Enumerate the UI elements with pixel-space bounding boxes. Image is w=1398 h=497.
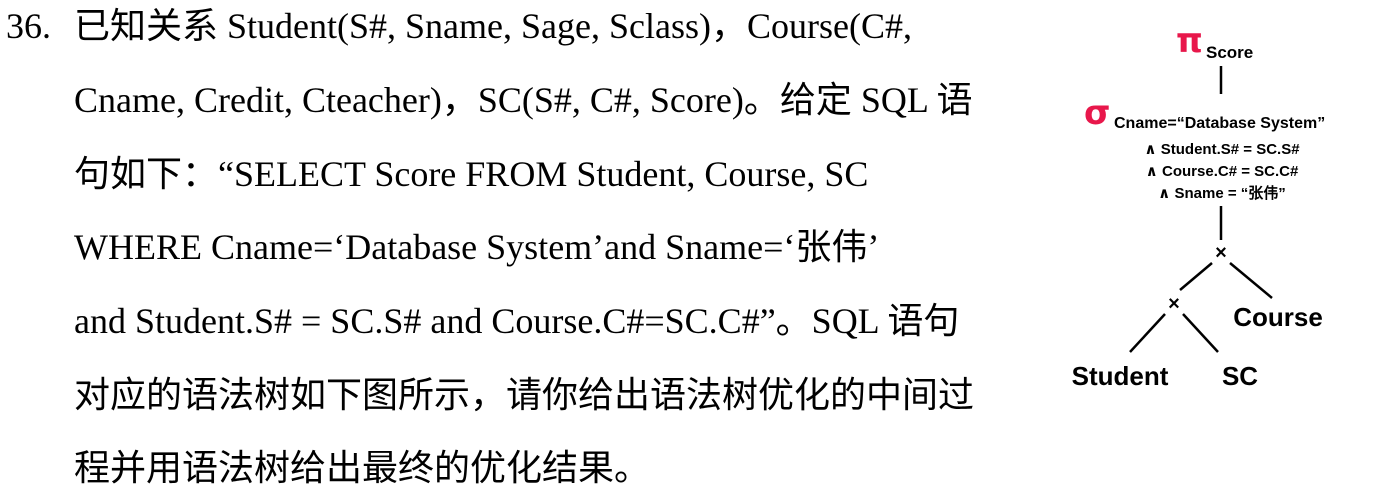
question-line-7: 程并用语法树给出最终的优化结果。 xyxy=(74,448,651,488)
leaf-student: Student xyxy=(1072,361,1169,391)
selection-condition-4: ∧ Sname = “张伟” xyxy=(1158,184,1286,202)
question-block: 36. 已知关系 Student(S#, Sname, Sage, Sclass… xyxy=(0,0,1040,497)
question-line-5: and Student.S# = SC.S# and Course.C#=SC.… xyxy=(74,301,960,341)
question-line-3: 句如下：“SELECT Score FROM Student, Course, … xyxy=(74,154,869,194)
selection-condition-3: ∧ Course.C# = SC.C# xyxy=(1146,163,1299,180)
edge-bottom-join-student xyxy=(1129,313,1166,353)
selection-condition-2: ∧ Student.S# = SC.S# xyxy=(1144,141,1300,158)
question-line-1: 已知关系 Student(S#, Sname, Sage, Sclass)，Co… xyxy=(74,6,912,46)
question-line-6: 对应的语法树如下图所示，请你给出语法树优化的中间过 xyxy=(74,375,975,415)
edge-bottom-join-sc xyxy=(1182,313,1219,353)
question-number: 36. xyxy=(6,6,51,46)
selection-symbol: σ xyxy=(1084,93,1110,133)
syntax-tree-figure: π Score σ Cname=“Database System” ∧ Stud… xyxy=(1050,18,1390,398)
question-line-2: Cname, Credit, Cteacher)，SC(S#, C#, Scor… xyxy=(74,80,973,120)
join-symbol-bottom: × xyxy=(1168,293,1180,315)
edge-top-join-left xyxy=(1179,262,1213,291)
projection-subscript: Score xyxy=(1206,43,1253,62)
syntax-tree-diagram: π Score σ Cname=“Database System” ∧ Stud… xyxy=(1072,21,1326,391)
question-line-4: WHERE Cname=‘Database System’and Sname=‘… xyxy=(74,227,880,267)
edge-top-join-course xyxy=(1229,262,1273,299)
join-symbol-top: × xyxy=(1215,242,1227,264)
selection-condition-1: Cname=“Database System” xyxy=(1114,115,1325,132)
leaf-course: Course xyxy=(1233,302,1323,332)
projection-symbol: π xyxy=(1176,21,1203,61)
leaf-sc: SC xyxy=(1222,361,1258,391)
